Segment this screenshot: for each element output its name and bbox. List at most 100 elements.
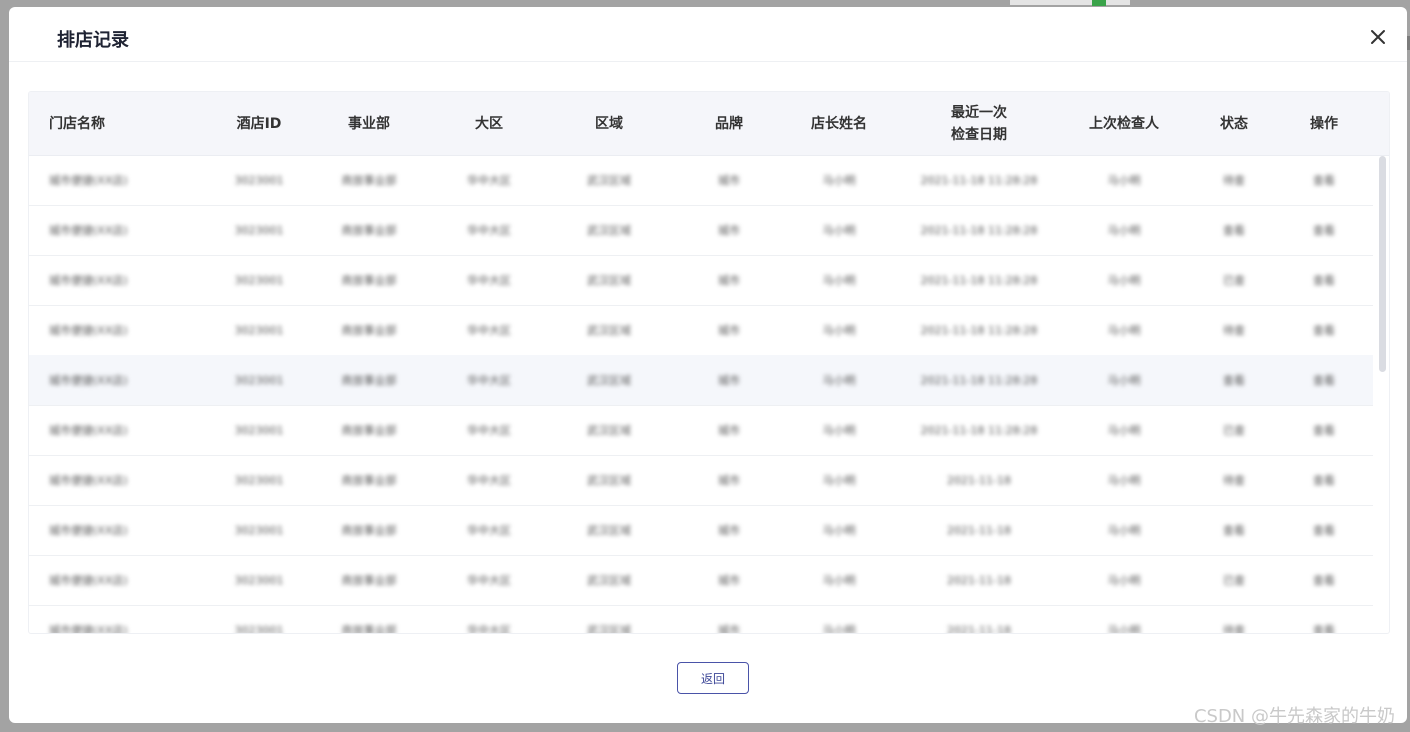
table-cell: 3023001 — [234, 623, 284, 634]
column-header: 状态 — [1220, 115, 1248, 132]
close-icon — [1371, 30, 1385, 44]
table-row[interactable]: 城市便捷(XX店) 3023001 商旅事业部 华中大区 武汉区域 城市 马小明 2021-1… — [29, 305, 1373, 356]
table-cell: 3023001 — [234, 423, 284, 437]
table-cell: 城市便捷(XX店) — [49, 424, 128, 437]
row-action-link[interactable]: 查看 — [1289, 605, 1359, 633]
column-header: 门店名称 — [49, 115, 105, 132]
row-action-link[interactable]: 查看 — [1289, 505, 1359, 555]
table-row[interactable]: 城市便捷(XX店) 3023001 商旅事业部 华中大区 武汉区域 城市 马小明 2021-1… — [29, 155, 1373, 206]
table-cell: 商旅事业部 — [341, 424, 397, 437]
table-cell: 商旅事业部 — [341, 574, 397, 587]
table-cell: 2021-11-18 — [947, 523, 1011, 537]
column-header: 事业部 — [348, 115, 390, 132]
row-action-link[interactable]: 查看 — [1289, 255, 1359, 305]
table-cell: 查看 — [1223, 224, 1245, 237]
table-cell: 城市便捷(XX店) — [49, 174, 128, 187]
table-cell: 华中大区 — [467, 424, 511, 437]
table-cell: 3023001 — [234, 373, 284, 387]
table-cell: 待查 — [1223, 474, 1245, 487]
table-cell: 武汉区域 — [587, 624, 631, 633]
table-cell: 查看 — [1223, 524, 1245, 537]
table-cell: 商旅事业部 — [341, 324, 397, 337]
table-cell: 城市 — [718, 574, 740, 587]
table-cell: 城市便捷(XX店) — [49, 224, 128, 237]
table-cell: 武汉区域 — [587, 274, 631, 287]
table-row[interactable]: 城市便捷(XX店) 3023001 商旅事业部 华中大区 武汉区域 城市 马小明 2021-1… — [29, 205, 1373, 256]
table-cell: 华中大区 — [467, 324, 511, 337]
table-cell: 马小明 — [822, 274, 856, 287]
table-cell: 马小明 — [822, 224, 856, 237]
table-cell: 城市便捷(XX店) — [49, 274, 128, 287]
table-cell: 商旅事业部 — [341, 224, 397, 237]
table-row[interactable]: 城市便捷(XX店) 3023001 商旅事业部 华中大区 武汉区域 城市 马小明 2021-1… — [29, 455, 1373, 506]
table-cell: 马小明 — [1107, 274, 1141, 287]
watermark: CSDN @牛先森家的牛奶 — [1193, 706, 1395, 727]
table-row[interactable]: 城市便捷(XX店) 3023001 商旅事业部 华中大区 武汉区域 城市 马小明 2021-1… — [29, 405, 1373, 456]
row-action-link[interactable]: 查看 — [1289, 305, 1359, 355]
column-header: 上次检查人 — [1089, 115, 1159, 132]
table-cell: 马小明 — [822, 624, 856, 633]
table-cell: 马小明 — [1107, 474, 1141, 487]
table-cell: 华中大区 — [467, 624, 511, 633]
close-button[interactable] — [1367, 26, 1389, 48]
table-row[interactable]: 城市便捷(XX店) 3023001 商旅事业部 华中大区 武汉区域 城市 马小明 2021-1… — [29, 355, 1373, 406]
table-cell: 华中大区 — [467, 474, 511, 487]
table-cell: 商旅事业部 — [341, 274, 397, 287]
modal-title: 排店记录 — [57, 30, 129, 51]
table-cell: 华中大区 — [467, 224, 511, 237]
table-cell: 城市 — [718, 474, 740, 487]
table-cell: 3023001 — [234, 173, 284, 187]
row-action-link[interactable]: 查看 — [1289, 205, 1359, 255]
table-cell: 城市便捷(XX店) — [49, 474, 128, 487]
row-action-link[interactable]: 查看 — [1289, 555, 1359, 605]
table-cell: 2021-11-18 11:28:28 — [920, 323, 1038, 337]
row-action-link[interactable]: 查看 — [1289, 155, 1359, 205]
table-cell: 2021-11-18 — [947, 573, 1011, 587]
table-cell: 2021-11-18 11:28:28 — [920, 273, 1038, 287]
table-cell: 城市便捷(XX店) — [49, 524, 128, 537]
table-cell: 马小明 — [1107, 624, 1141, 633]
table-cell: 马小明 — [822, 174, 856, 187]
table-cell: 商旅事业部 — [341, 174, 397, 187]
table-cell: 城市 — [718, 224, 740, 237]
back-button[interactable]: 返回 — [677, 662, 749, 694]
table-cell: 3023001 — [234, 523, 284, 537]
row-action-link[interactable]: 查看 — [1289, 455, 1359, 505]
store-record-modal: 排店记录 门店名称 酒店ID 事业部 大区 区域 品牌 店长姓名 最近一次 检查日期 上次检查人… — [9, 7, 1407, 723]
table-cell: 武汉区域 — [587, 474, 631, 487]
table-cell: 马小明 — [822, 374, 856, 387]
row-action-link[interactable]: 查看 — [1289, 405, 1359, 455]
table-cell: 马小明 — [822, 524, 856, 537]
table-scrollbar[interactable] — [1379, 156, 1386, 372]
column-header: 店长姓名 — [811, 115, 867, 132]
table-cell: 待查 — [1223, 624, 1245, 633]
table-header: 门店名称 酒店ID 事业部 大区 区域 品牌 店长姓名 最近一次 检查日期 上次检查人 状态 操作 — [29, 92, 1389, 156]
column-header: 品牌 — [715, 115, 743, 132]
table-row[interactable]: 城市便捷(XX店) 3023001 商旅事业部 华中大区 武汉区域 城市 马小明 2021-1… — [29, 255, 1373, 306]
row-action-link[interactable]: 查看 — [1289, 355, 1359, 405]
table-cell: 3023001 — [234, 223, 284, 237]
table-cell: 查看 — [1223, 374, 1245, 387]
table-row[interactable]: 城市便捷(XX店) 3023001 商旅事业部 华中大区 武汉区域 城市 马小明 2021-1… — [29, 605, 1373, 634]
table-cell: 马小明 — [822, 574, 856, 587]
table-cell: 武汉区域 — [587, 224, 631, 237]
table-row[interactable]: 城市便捷(XX店) 3023001 商旅事业部 华中大区 武汉区域 城市 马小明 2021-1… — [29, 505, 1373, 556]
column-header: 最近一次 检查日期 — [951, 104, 1007, 143]
table-cell: 商旅事业部 — [341, 474, 397, 487]
table-cell: 马小明 — [1107, 324, 1141, 337]
table-cell: 武汉区域 — [587, 174, 631, 187]
table-cell: 华中大区 — [467, 374, 511, 387]
modal-header: 排店记录 — [9, 7, 1407, 62]
table-cell: 马小明 — [822, 324, 856, 337]
table-row[interactable]: 城市便捷(XX店) 3023001 商旅事业部 华中大区 武汉区域 城市 马小明 2021-1… — [29, 555, 1373, 606]
table-cell: 已查 — [1223, 424, 1245, 437]
table-cell: 3023001 — [234, 573, 284, 587]
table-cell: 华中大区 — [467, 274, 511, 287]
table-cell: 2021-11-18 11:28:28 — [920, 223, 1038, 237]
background-toolbar-strip — [1010, 0, 1130, 5]
table-cell: 2021-11-18 11:28:28 — [920, 373, 1038, 387]
table-cell: 2021-11-18 11:28:28 — [920, 173, 1038, 187]
table-body[interactable]: 城市便捷(XX店) 3023001 商旅事业部 华中大区 武汉区域 城市 马小明 2021-1… — [29, 155, 1373, 633]
table-cell: 武汉区域 — [587, 524, 631, 537]
table-cell: 2021-11-18 11:28:28 — [920, 423, 1038, 437]
